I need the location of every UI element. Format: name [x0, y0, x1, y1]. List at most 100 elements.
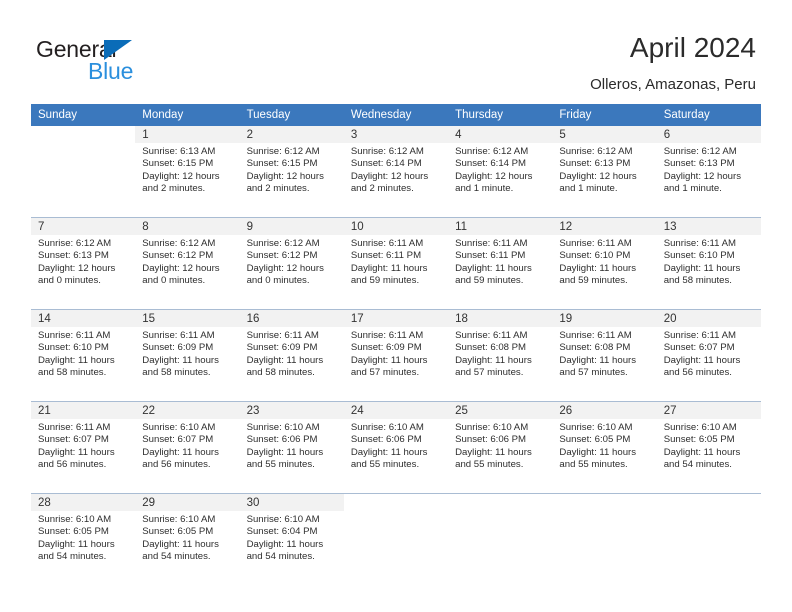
daylight-text-line2: and 1 minute. — [663, 183, 722, 195]
calendar-day[interactable]: 1 Sunrise: 6:13 AM Sunset: 6:15 PM Daylight… — [135, 126, 240, 217]
daylight-text-line1: Daylight: 12 hours — [350, 170, 429, 182]
calendar-day[interactable]: 6 Sunrise: 6:12 AM Sunset: 6:13 PM Daylight… — [656, 126, 761, 217]
day-number: 25 — [448, 402, 553, 419]
calendar-day[interactable]: 25 Sunrise: 6:10 AM Sunset: 6:06 PM Dayligh… — [448, 402, 553, 493]
daylight-text-line2: and 0 minutes. — [142, 275, 206, 287]
daylight-text-line2: and 56 minutes. — [663, 367, 732, 379]
day-details: Sunrise: 6:10 AM Sunset: 6:06 PM Daylight:… — [344, 419, 448, 472]
sunset-text: Sunset: 6:12 PM — [142, 250, 214, 262]
daylight-text-line2: and 54 minutes. — [142, 551, 211, 563]
calendar-day[interactable]: 27 Sunrise: 6:10 AM Sunset: 6:05 PM Dayligh… — [656, 402, 761, 493]
sunset-text: Sunset: 6:14 PM — [350, 158, 422, 170]
calendar-day[interactable]: 10 Sunrise: 6:11 AM Sunset: 6:11 PM Dayligh… — [343, 218, 449, 309]
calendar-day[interactable]: 19 Sunrise: 6:11 AM Sunset: 6:08 PM Dayligh… — [552, 310, 657, 401]
calendar-day[interactable]: 24 Sunrise: 6:10 AM Sunset: 6:06 PM Dayligh… — [343, 402, 449, 493]
daylight-text-line1: Daylight: 11 hours — [38, 354, 115, 366]
day-details: Sunrise: 6:11 AM Sunset: 6:10 PM Daylight:… — [657, 235, 761, 288]
sunrise-text: Sunrise: 6:11 AM — [38, 330, 111, 341]
calendar-day[interactable]: 29 Sunrise: 6:10 AM Sunset: 6:05 PM Dayligh… — [135, 494, 240, 585]
calendar-day[interactable]: 28 Sunrise: 6:10 AM Sunset: 6:05 PM Dayligh… — [31, 494, 136, 585]
day-details: Sunrise: 6:10 AM Sunset: 6:05 PM Daylight:… — [657, 419, 761, 472]
day-details: Sunrise: 6:12 AM Sunset: 6:14 PM Daylight:… — [344, 143, 448, 196]
calendar-day[interactable]: 21 Sunrise: 6:11 AM Sunset: 6:07 PM Dayligh… — [31, 402, 136, 493]
daylight-text-line2: and 57 minutes. — [559, 367, 628, 379]
sunset-text: Sunset: 6:08 PM — [559, 342, 631, 354]
day-details: Sunrise: 6:11 AM Sunset: 6:10 PM Daylight:… — [31, 327, 135, 380]
day-details: Sunrise: 6:12 AM Sunset: 6:12 PM Daylight:… — [240, 235, 344, 288]
sunset-text: Sunset: 6:14 PM — [455, 158, 527, 170]
calendar-day[interactable]: 26 Sunrise: 6:10 AM Sunset: 6:05 PM Dayligh… — [552, 402, 657, 493]
weekday-header-thursday: Thursday — [448, 104, 553, 126]
calendar-day-empty — [343, 494, 449, 585]
calendar-cell: 2 Sunrise: 6:12 AM Sunset: 6:15 PM Daylight… — [239, 126, 344, 218]
calendar-day[interactable]: 8 Sunrise: 6:12 AM Sunset: 6:12 PM Daylight… — [135, 218, 240, 309]
sunrise-text: Sunrise: 6:11 AM — [246, 330, 319, 341]
daylight-text-line2: and 58 minutes. — [38, 367, 107, 379]
day-number: 21 — [31, 402, 136, 419]
calendar-day[interactable]: 22 Sunrise: 6:10 AM Sunset: 6:07 PM Dayligh… — [135, 402, 240, 493]
calendar-day[interactable]: 23 Sunrise: 6:10 AM Sunset: 6:06 PM Dayligh… — [239, 402, 344, 493]
sunset-text: Sunset: 6:11 PM — [455, 250, 526, 262]
day-number: 9 — [239, 218, 344, 235]
day-details: Sunrise: 6:11 AM Sunset: 6:09 PM Daylight:… — [240, 327, 344, 380]
calendar-day[interactable]: 3 Sunrise: 6:12 AM Sunset: 6:14 PM Daylight… — [343, 126, 449, 217]
day-number: 19 — [552, 310, 657, 327]
general-blue-logo[interactable]: General Blue — [36, 36, 216, 88]
day-number: 26 — [552, 402, 657, 419]
day-number — [552, 494, 657, 511]
calendar-day[interactable]: 4 Sunrise: 6:12 AM Sunset: 6:14 PM Daylight… — [448, 126, 553, 217]
day-number — [656, 494, 761, 511]
daylight-text-line1: Daylight: 12 hours — [38, 262, 116, 274]
daylight-text-line2: and 2 minutes. — [350, 183, 414, 195]
calendar-cell: 19 Sunrise: 6:11 AM Sunset: 6:08 PM Dayligh… — [552, 309, 657, 402]
sunrise-text: Sunrise: 6:11 AM — [142, 330, 215, 341]
calendar-cell: 15 Sunrise: 6:11 AM Sunset: 6:09 PM Dayligh… — [135, 309, 240, 402]
calendar-day[interactable]: 16 Sunrise: 6:11 AM Sunset: 6:09 PM Dayligh… — [239, 310, 344, 401]
daylight-text-line1: Daylight: 11 hours — [559, 446, 637, 458]
calendar-cell: 9 Sunrise: 6:12 AM Sunset: 6:12 PM Daylight… — [239, 217, 344, 310]
calendar-cell: 24 Sunrise: 6:10 AM Sunset: 6:06 PM Dayligh… — [343, 401, 449, 494]
daylight-text-line1: Daylight: 12 hours — [455, 170, 533, 182]
daylight-text-line1: Daylight: 11 hours — [142, 538, 219, 550]
calendar-cell: 26 Sunrise: 6:10 AM Sunset: 6:05 PM Dayligh… — [552, 401, 657, 494]
sunrise-text: Sunrise: 6:10 AM — [350, 422, 424, 433]
calendar-day[interactable]: 5 Sunrise: 6:12 AM Sunset: 6:13 PM Daylight… — [552, 126, 657, 217]
calendar-day[interactable]: 20 Sunrise: 6:11 AM Sunset: 6:07 PM Dayligh… — [656, 310, 761, 401]
daylight-text-line1: Daylight: 11 hours — [559, 354, 637, 366]
daylight-text-line1: Daylight: 11 hours — [38, 446, 115, 458]
calendar-day[interactable]: 18 Sunrise: 6:11 AM Sunset: 6:08 PM Dayligh… — [448, 310, 553, 401]
calendar-day[interactable]: 13 Sunrise: 6:11 AM Sunset: 6:10 PM Dayligh… — [656, 218, 761, 309]
calendar-day[interactable]: 14 Sunrise: 6:11 AM Sunset: 6:10 PM Dayligh… — [31, 310, 136, 401]
sunrise-text: Sunrise: 6:12 AM — [142, 238, 216, 249]
calendar-cell: 12 Sunrise: 6:11 AM Sunset: 6:10 PM Dayligh… — [552, 217, 657, 310]
day-details: Sunrise: 6:11 AM Sunset: 6:11 PM Daylight:… — [448, 235, 552, 288]
day-number: 4 — [448, 126, 553, 143]
calendar-cell: 8 Sunrise: 6:12 AM Sunset: 6:12 PM Daylight… — [135, 217, 240, 310]
calendar-cell: 29 Sunrise: 6:10 AM Sunset: 6:05 PM Dayligh… — [135, 493, 240, 585]
day-number: 30 — [239, 494, 344, 511]
calendar-day[interactable]: 11 Sunrise: 6:11 AM Sunset: 6:11 PM Dayligh… — [448, 218, 553, 309]
calendar-day[interactable]: 30 Sunrise: 6:10 AM Sunset: 6:04 PM Dayligh… — [239, 494, 344, 585]
location-subtitle: Olleros, Amazonas, Peru — [590, 76, 756, 93]
sunrise-text: Sunrise: 6:11 AM — [663, 238, 737, 249]
sunset-text: Sunset: 6:13 PM — [663, 158, 735, 170]
daylight-text-line1: Daylight: 12 hours — [142, 170, 220, 182]
calendar-day[interactable]: 17 Sunrise: 6:11 AM Sunset: 6:09 PM Dayligh… — [343, 310, 449, 401]
daylight-text-line2: and 0 minutes. — [246, 275, 310, 287]
calendar-day[interactable]: 2 Sunrise: 6:12 AM Sunset: 6:15 PM Daylight… — [239, 126, 344, 217]
day-number: 14 — [31, 310, 136, 327]
calendar-day[interactable]: 9 Sunrise: 6:12 AM Sunset: 6:12 PM Daylight… — [239, 218, 344, 309]
calendar-day[interactable]: 7 Sunrise: 6:12 AM Sunset: 6:13 PM Daylight… — [31, 218, 136, 309]
calendar-day[interactable]: 15 Sunrise: 6:11 AM Sunset: 6:09 PM Dayligh… — [135, 310, 240, 401]
day-number: 8 — [135, 218, 240, 235]
day-details: Sunrise: 6:10 AM Sunset: 6:06 PM Daylight:… — [240, 419, 344, 472]
daylight-text-line2: and 2 minutes. — [142, 183, 206, 195]
calendar-page: General Blue April 2024 Olleros, Amazona… — [0, 0, 792, 612]
weekday-header-monday: Monday — [135, 104, 240, 126]
calendar-day[interactable]: 12 Sunrise: 6:11 AM Sunset: 6:10 PM Dayligh… — [552, 218, 657, 309]
sunset-text: Sunset: 6:07 PM — [142, 434, 214, 446]
daylight-text-line1: Daylight: 11 hours — [663, 354, 741, 366]
sunrise-text: Sunrise: 6:12 AM — [663, 146, 737, 157]
calendar-cell — [448, 493, 553, 585]
sunset-text: Sunset: 6:07 PM — [38, 434, 109, 446]
